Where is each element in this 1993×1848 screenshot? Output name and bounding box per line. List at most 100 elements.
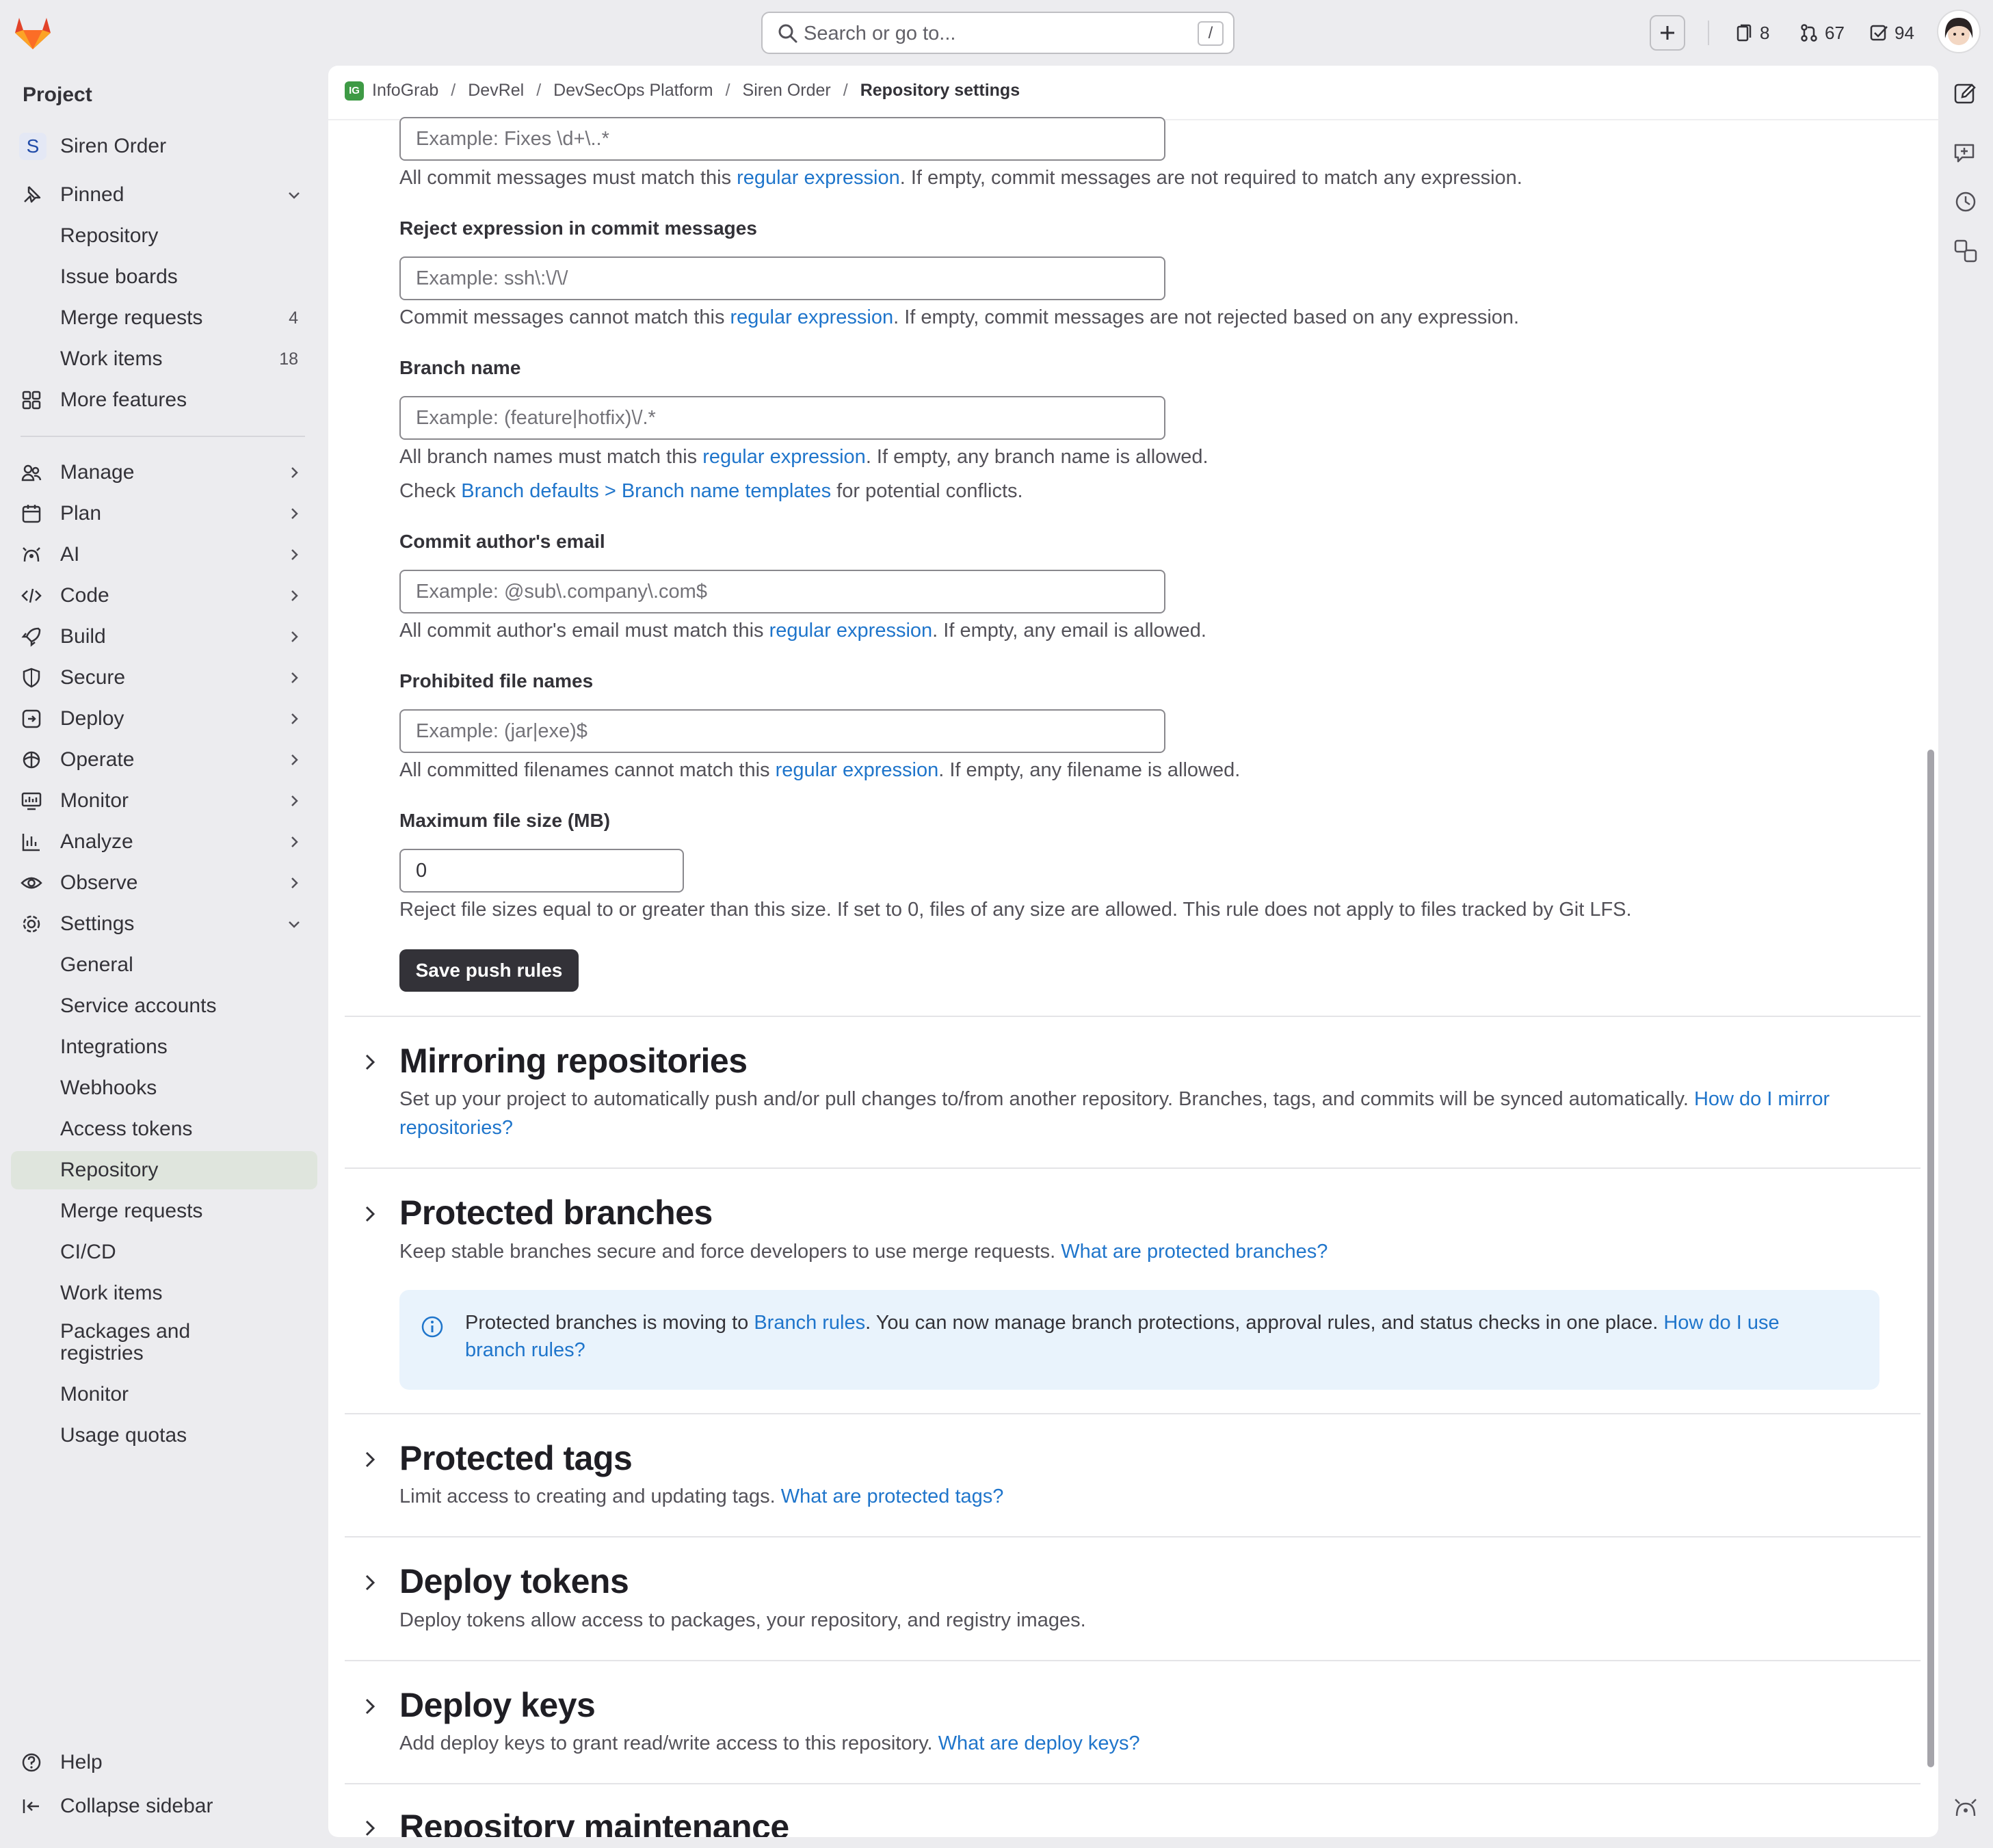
eye-icon	[21, 877, 42, 889]
sidebar-item-build[interactable]: Build	[11, 618, 317, 656]
breadcrumb-item[interactable]: Siren Order	[743, 81, 831, 101]
calendar-icon	[22, 505, 41, 523]
chevron-right-icon[interactable]	[358, 1817, 382, 1837]
pinned-item-issue-boards[interactable]: Issue boards	[11, 258, 317, 296]
sidebar-item-observe[interactable]: Observe	[11, 864, 317, 902]
settings-item-monitor[interactable]: Monitor	[11, 1375, 317, 1414]
chevron-right-icon[interactable]	[358, 1448, 382, 1471]
pinned-item-label: Merge requests	[60, 306, 203, 329]
breadcrumb-item[interactable]: DevRel	[468, 81, 524, 101]
branch-rules-link[interactable]: Branch rules	[754, 1312, 865, 1334]
sidebar-item-monitor[interactable]: Monitor	[11, 782, 317, 820]
gitlab-logo-icon[interactable]	[12, 12, 53, 53]
protected-branches-title[interactable]: Protected branches	[399, 1193, 713, 1232]
repository-maintenance-title[interactable]: Repository maintenance	[399, 1807, 789, 1837]
shield-icon	[23, 668, 40, 688]
sidebar-item-secure[interactable]: Secure	[11, 659, 317, 697]
mirroring-repositories-title[interactable]: Mirroring repositories	[399, 1041, 748, 1081]
regex-docs-link[interactable]: regular expression	[737, 167, 900, 189]
settings-item-packages-and-registries[interactable]: Packages and registries	[11, 1315, 317, 1370]
commit-message-regex-input[interactable]: Example: Fixes \d+\..*	[399, 117, 1165, 161]
max-file-size-input[interactable]: 0	[399, 849, 684, 893]
sidebar-item-operate[interactable]: Operate	[11, 741, 317, 779]
deploy-keys-help-link[interactable]: What are deploy keys?	[938, 1732, 1140, 1754]
page-scrollbar[interactable]	[1927, 750, 1934, 1767]
collapse-sidebar-button[interactable]: Collapse sidebar	[11, 1787, 317, 1825]
protected-tags-title[interactable]: Protected tags	[399, 1438, 633, 1478]
branch-name-help: All branch names must match this regular…	[399, 446, 1209, 468]
global-search[interactable]: Search or go to... /	[761, 12, 1235, 54]
save-push-rules-button[interactable]: Save push rules	[399, 949, 579, 992]
regex-docs-link[interactable]: regular expression	[769, 620, 933, 642]
sidebar-item-deploy[interactable]: Deploy	[11, 700, 317, 738]
more-features-link[interactable]: More features	[11, 381, 317, 419]
chevron-right-icon[interactable]	[358, 1051, 382, 1074]
regex-docs-link[interactable]: regular expression	[776, 759, 939, 781]
chevron-right-icon	[291, 877, 298, 888]
chevron-right-icon	[291, 631, 298, 642]
deploy-tokens-title[interactable]: Deploy tokens	[399, 1561, 629, 1601]
help-label: Help	[60, 1751, 103, 1773]
settings-item-label: Repository	[60, 1159, 159, 1181]
settings-item-repository[interactable]: Repository	[11, 1151, 317, 1189]
branch-name-input[interactable]: Example: (feature|hotfix)\/.*	[399, 396, 1165, 440]
sidebar-item-label: Monitor	[60, 789, 129, 812]
settings-item-label: Integrations	[60, 1035, 168, 1058]
sidebar-item-ai[interactable]: AI	[11, 536, 317, 574]
sidebar-item-analyze[interactable]: Analyze	[11, 823, 317, 861]
settings-item-service-accounts[interactable]: Service accounts	[11, 987, 317, 1025]
settings-item-merge-requests[interactable]: Merge requests	[11, 1192, 317, 1230]
chevron-right-icon[interactable]	[358, 1571, 382, 1594]
sidebar-item-settings[interactable]: Settings	[11, 905, 317, 943]
breadcrumb-item[interactable]: DevSecOps Platform	[553, 81, 713, 101]
pinned-item-repository[interactable]: Repository	[11, 217, 317, 255]
todos-counter-button[interactable]: 94	[1869, 14, 1914, 52]
settings-item-ci-cd[interactable]: CI/CD	[11, 1233, 317, 1271]
pinned-section-toggle[interactable]: Pinned	[11, 176, 317, 214]
pinned-item-label: Work items	[60, 347, 163, 370]
settings-item-general[interactable]: General	[11, 946, 317, 984]
chevron-right-icon[interactable]	[358, 1695, 382, 1718]
merge-requests-counter-button[interactable]: 67	[1799, 14, 1845, 52]
project-switcher[interactable]: S Siren Order	[11, 127, 317, 166]
branch-name-templates-link[interactable]: Branch defaults > Branch name templates	[461, 480, 831, 502]
deploy-icon	[22, 709, 41, 728]
settings-item-access-tokens[interactable]: Access tokens	[11, 1110, 317, 1148]
chevron-right-icon[interactable]	[358, 1202, 382, 1226]
issues-counter-button[interactable]: 8	[1734, 14, 1769, 52]
settings-item-work-items[interactable]: Work items	[11, 1274, 317, 1312]
sidebar-item-plan[interactable]: Plan	[11, 494, 317, 533]
tanuki-ai-icon[interactable]	[1953, 1795, 1979, 1821]
pinned-item-work-items[interactable]: Work items 18	[11, 340, 317, 378]
prohibited-file-names-input[interactable]: Example: (jar|exe)$	[399, 709, 1165, 753]
deploy-keys-title[interactable]: Deploy keys	[399, 1685, 596, 1725]
settings-item-label: Merge requests	[60, 1200, 203, 1222]
settings-item-integrations[interactable]: Integrations	[11, 1028, 317, 1066]
pinned-item-merge-requests[interactable]: Merge requests 4	[11, 299, 317, 337]
history-icon[interactable]	[1953, 189, 1979, 215]
settings-item-usage-quotas[interactable]: Usage quotas	[11, 1416, 317, 1455]
comment-add-icon[interactable]	[1953, 140, 1979, 166]
protected-tags-help-link[interactable]: What are protected tags?	[781, 1486, 1004, 1507]
reject-expression-input[interactable]: Example: ssh\:\/\/	[399, 256, 1165, 300]
user-avatar[interactable]	[1937, 10, 1981, 53]
deploy-keys-desc: Add deploy keys to grant read/write acce…	[399, 1729, 1904, 1758]
commit-author-email-input[interactable]: Example: @sub\.company\.com$	[399, 570, 1165, 613]
sidebar-item-code[interactable]: Code	[11, 577, 317, 615]
protected-branches-help-link[interactable]: What are protected branches?	[1061, 1241, 1328, 1263]
section-divider	[345, 1167, 1921, 1169]
settings-item-webhooks[interactable]: Webhooks	[11, 1069, 317, 1107]
settings-item-label: Work items	[60, 1282, 163, 1304]
edit-icon[interactable]	[1953, 81, 1979, 107]
sidebar-item-manage[interactable]: Manage	[11, 453, 317, 492]
help-button[interactable]: Help	[11, 1743, 317, 1782]
chart-icon	[22, 834, 40, 852]
regex-docs-link[interactable]: regular expression	[702, 446, 866, 468]
main-content: IG InfoGrab / DevRel / DevSecOps Platfor…	[328, 66, 1938, 1837]
create-new-button[interactable]	[1650, 15, 1685, 51]
breadcrumb-item[interactable]: InfoGrab	[372, 81, 438, 101]
compare-icon[interactable]	[1953, 238, 1979, 264]
regex-docs-link[interactable]: regular expression	[730, 306, 894, 328]
search-shortcut-key: /	[1198, 21, 1224, 46]
search-placeholder: Search or go to...	[804, 23, 956, 44]
